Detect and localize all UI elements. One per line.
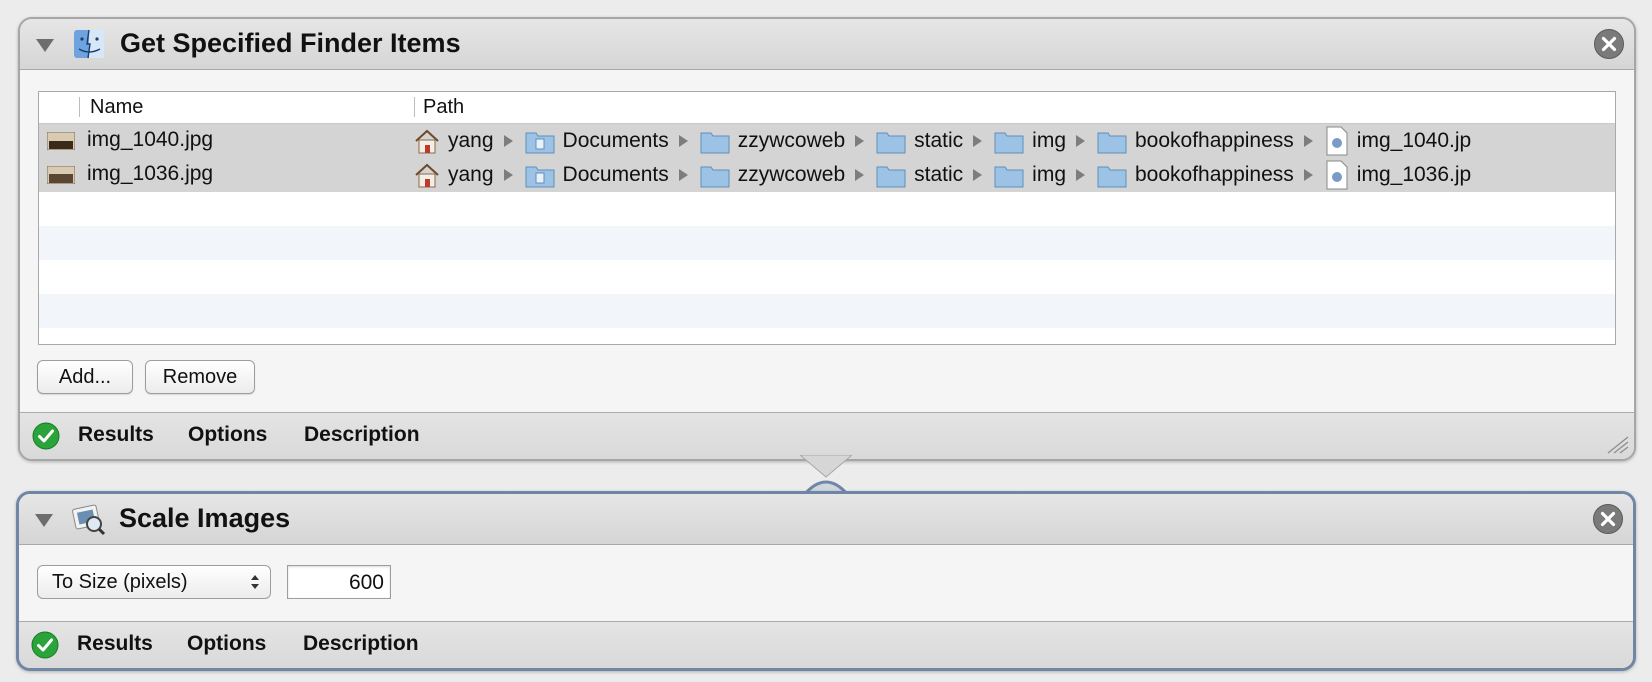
path-segment[interactable]: img [1032,129,1066,153]
image-file-icon [1326,126,1348,156]
folder-icon [994,166,1024,188]
options-tab[interactable]: Options [187,632,266,656]
image-thumbnail-icon [47,132,75,150]
path-arrow-icon [1303,135,1313,147]
path-segment[interactable]: zzywcoweb [738,129,845,153]
path-arrow-icon [503,169,513,181]
path-arrow-icon [503,135,513,147]
description-tab[interactable]: Description [303,632,419,656]
file-name: img_1036.jpg [87,162,214,185]
action-connector-icon [800,455,852,495]
image-thumbnail-icon [47,166,75,184]
table-header: Name Path [39,92,1615,124]
description-tab[interactable]: Description [304,423,420,447]
action-scale-images[interactable]: Scale Images To Size (pixels) 600 Result… [16,491,1636,671]
path-segment[interactable]: bookofhappiness [1135,129,1294,153]
remove-button[interactable]: Remove [145,360,255,394]
empty-row [39,260,1615,294]
file-name: img_1040.jpg [87,128,214,151]
empty-row [39,294,1615,328]
path-segment[interactable]: yang [448,129,494,153]
path-arrow-icon [855,135,865,147]
image-file-icon [1326,160,1348,190]
path-control[interactable]: yang Documents zzywcoweb static img book… [414,158,1481,192]
scale-mode-value: To Size (pixels) [52,571,188,593]
folder-icon [700,132,730,154]
results-tab[interactable]: Results [78,423,154,447]
folder-icon [1097,166,1127,188]
path-arrow-icon [1076,169,1085,181]
path-segment[interactable]: yang [448,163,494,187]
action-title: Scale Images [119,503,291,533]
path-arrow-icon [973,169,983,181]
column-header-name[interactable]: Name [90,96,143,119]
path-segment[interactable]: static [914,163,963,187]
updown-arrows-icon [251,575,259,589]
scale-mode-select[interactable]: To Size (pixels) [37,565,271,599]
options-tab[interactable]: Options [188,423,267,447]
path-segment[interactable]: img_1036.jp [1357,163,1471,187]
action-titlebar[interactable]: Get Specified Finder Items [20,19,1634,70]
action-get-specified-finder-items[interactable]: Get Specified Finder Items Name Path img… [18,17,1636,461]
finder-items-table[interactable]: Name Path img_1040.jpg yang Documents zz… [38,91,1616,345]
action-title: Get Specified Finder Items [120,28,461,58]
action-titlebar[interactable]: Scale Images [19,494,1633,545]
path-arrow-icon [1303,169,1313,181]
path-arrow-icon [855,169,865,181]
path-arrow-icon [678,169,688,181]
add-button[interactable]: Add... [37,360,133,394]
folder-icon [994,132,1024,154]
close-icon[interactable] [1593,504,1623,534]
table-row[interactable]: img_1040.jpg yang Documents zzywcoweb st… [39,124,1615,158]
path-segment[interactable]: Documents [563,129,669,153]
path-arrow-icon [678,135,688,147]
action-footer: Results Options Description [20,412,1634,459]
path-arrow-icon [973,135,983,147]
empty-row [39,192,1615,226]
action-footer: Results Options Description [19,621,1633,668]
documents-folder-icon [525,132,555,154]
preview-icon [72,504,105,536]
checkmark-icon [32,422,60,450]
home-icon [415,129,439,154]
disclosure-triangle-icon[interactable] [35,514,53,527]
disclosure-triangle-icon[interactable] [36,39,54,52]
path-segment[interactable]: static [914,129,963,153]
folder-icon [1097,132,1127,154]
path-control[interactable]: yang Documents zzywcoweb static img book… [414,124,1481,158]
folder-icon [876,166,906,188]
finder-icon [74,29,104,59]
folder-icon [876,132,906,154]
table-row[interactable]: img_1036.jpg yang Documents zzywcoweb st… [39,158,1615,192]
close-icon[interactable] [1594,29,1624,59]
path-segment[interactable]: bookofhappiness [1135,163,1294,187]
path-segment[interactable]: img_1040.jp [1357,129,1471,153]
empty-row [39,226,1615,260]
results-tab[interactable]: Results [77,632,153,656]
checkmark-icon [31,631,59,659]
home-icon [415,163,439,188]
path-segment[interactable]: img [1032,163,1066,187]
path-segment[interactable]: Documents [563,163,669,187]
resize-grip-icon[interactable] [1602,433,1630,455]
path-arrow-icon [1076,135,1085,147]
documents-folder-icon [525,166,555,188]
folder-icon [700,166,730,188]
column-header-path[interactable]: Path [423,96,464,119]
path-segment[interactable]: zzywcoweb [738,163,845,187]
size-input[interactable]: 600 [287,565,391,599]
